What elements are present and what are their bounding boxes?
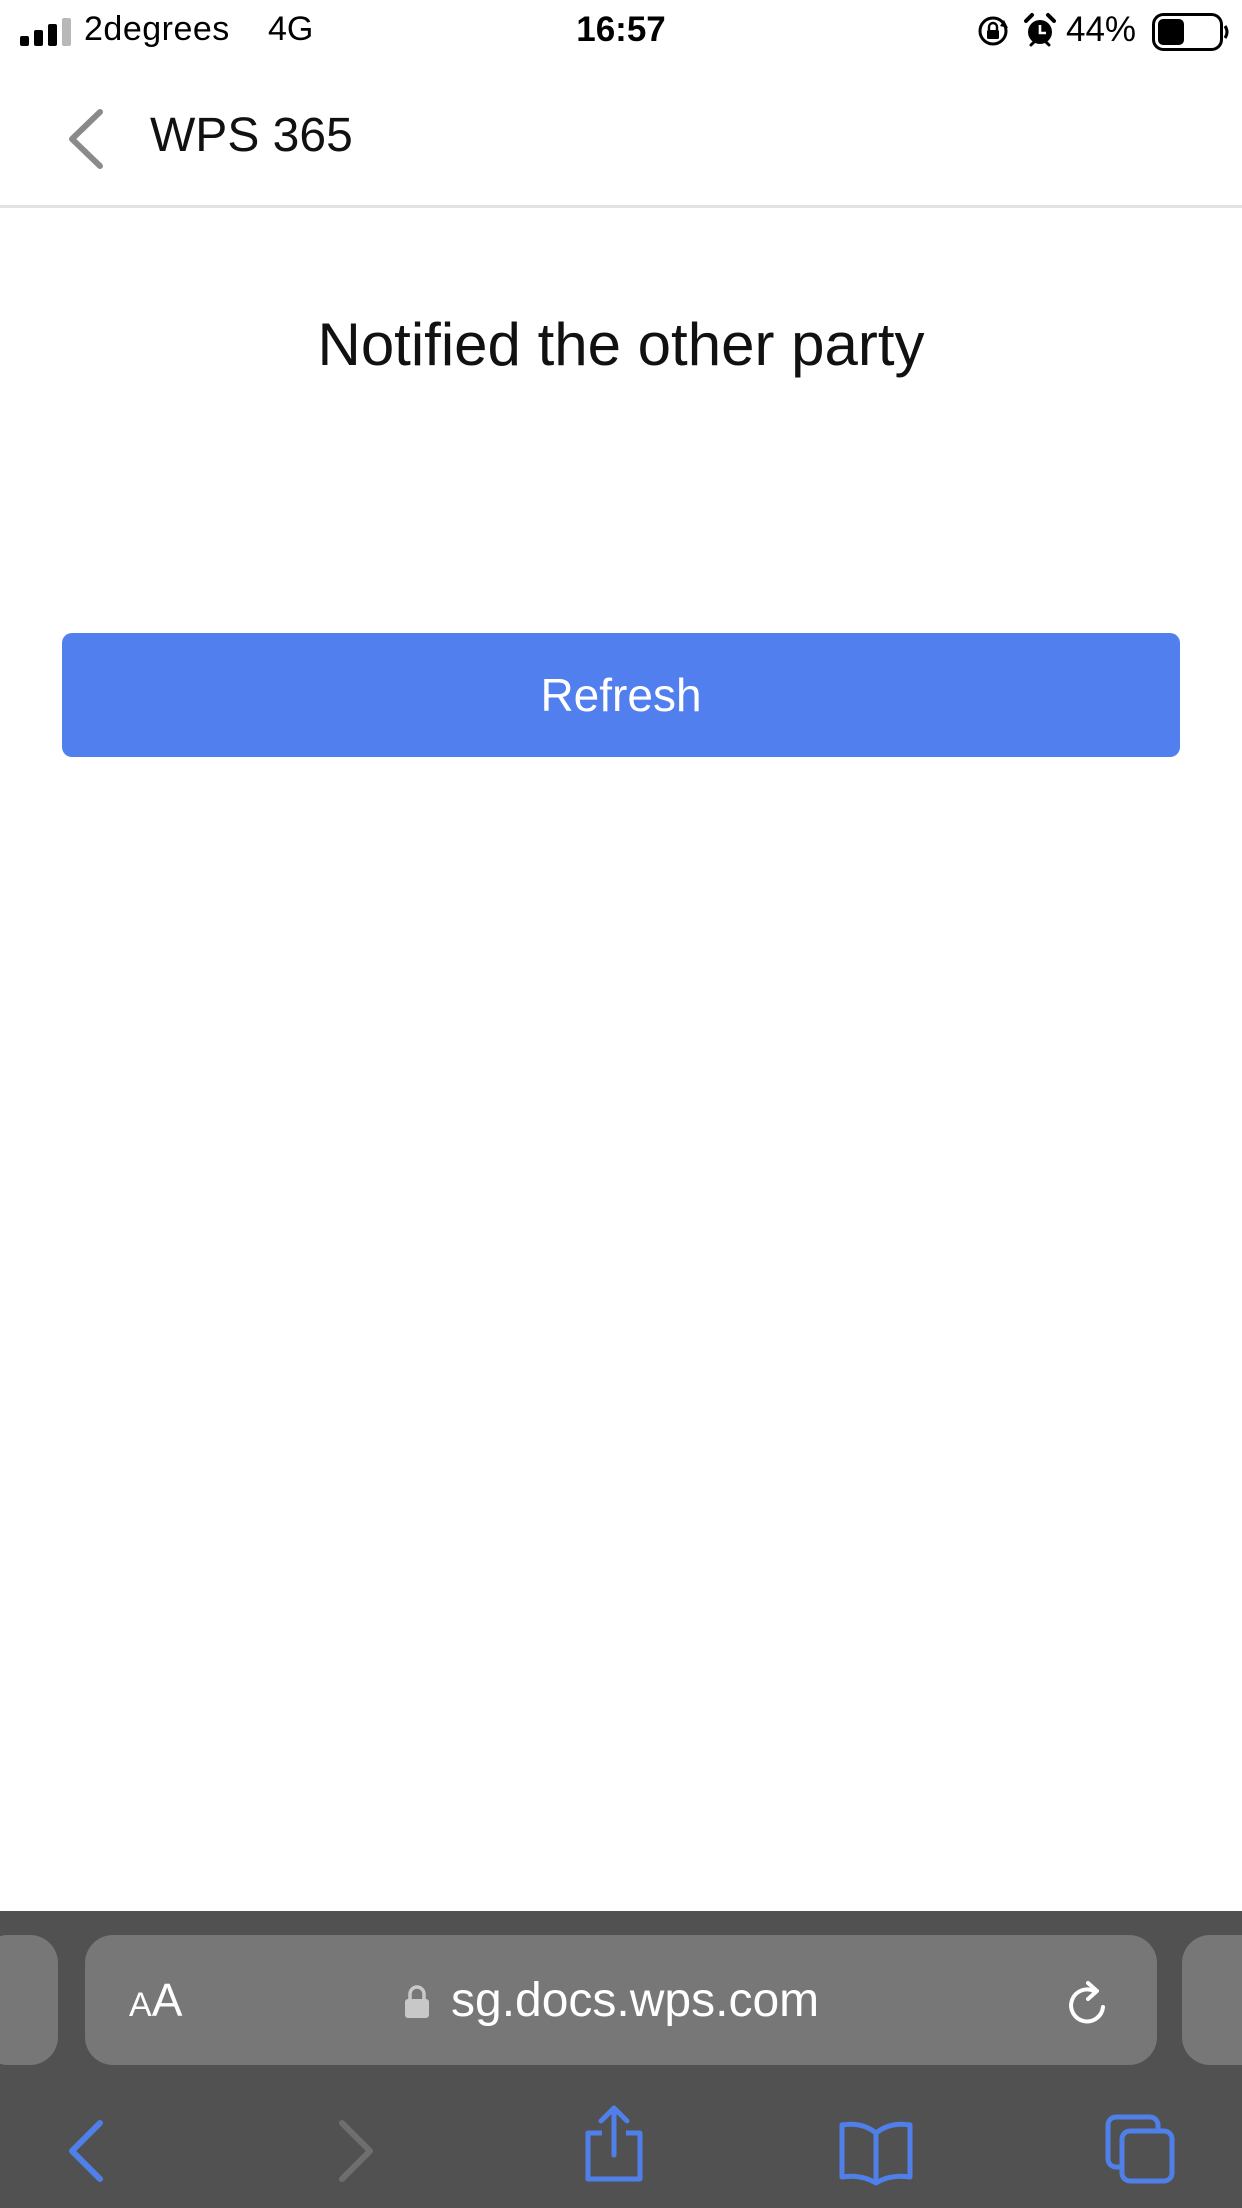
text-size-big-label: A — [151, 1974, 183, 2026]
screen: 2degrees 4G 16:57 44% WPS 365 Notified t… — [0, 0, 1242, 2208]
tabs-icon[interactable] — [1100, 2111, 1180, 2191]
notice-message: Notified the other party — [317, 311, 925, 378]
lock-rotation-icon — [978, 16, 1008, 46]
previous-tab-peek[interactable] — [0, 1935, 58, 2065]
back-icon[interactable] — [46, 2111, 126, 2191]
status-bar: 2degrees 4G 16:57 44% — [0, 0, 1242, 62]
text-size-button[interactable]: AA — [129, 1973, 209, 2029]
reload-icon[interactable] — [1063, 1977, 1113, 2031]
battery-percent: 44% — [1066, 10, 1137, 49]
share-icon[interactable] — [574, 2103, 654, 2183]
next-tab-peek[interactable] — [1182, 1935, 1242, 2065]
text-size-small-label: A — [129, 1986, 152, 2024]
battery-icon — [1152, 13, 1229, 51]
refresh-button[interactable]: Refresh — [62, 633, 1180, 757]
alarm-icon — [1024, 13, 1056, 47]
address-bar[interactable]: AA sg.docs.wps.com — [85, 1935, 1157, 2065]
back-button[interactable] — [56, 104, 116, 174]
app-header: WPS 365 — [0, 62, 1242, 208]
bookmarks-icon[interactable] — [836, 2111, 916, 2191]
header-title: WPS 365 — [150, 109, 353, 162]
browser-toolbar: AA sg.docs.wps.com — [0, 1911, 1242, 2208]
url-text: sg.docs.wps.com — [451, 1974, 820, 2027]
lock-icon — [405, 1985, 429, 2018]
forward-icon[interactable] — [316, 2111, 396, 2191]
